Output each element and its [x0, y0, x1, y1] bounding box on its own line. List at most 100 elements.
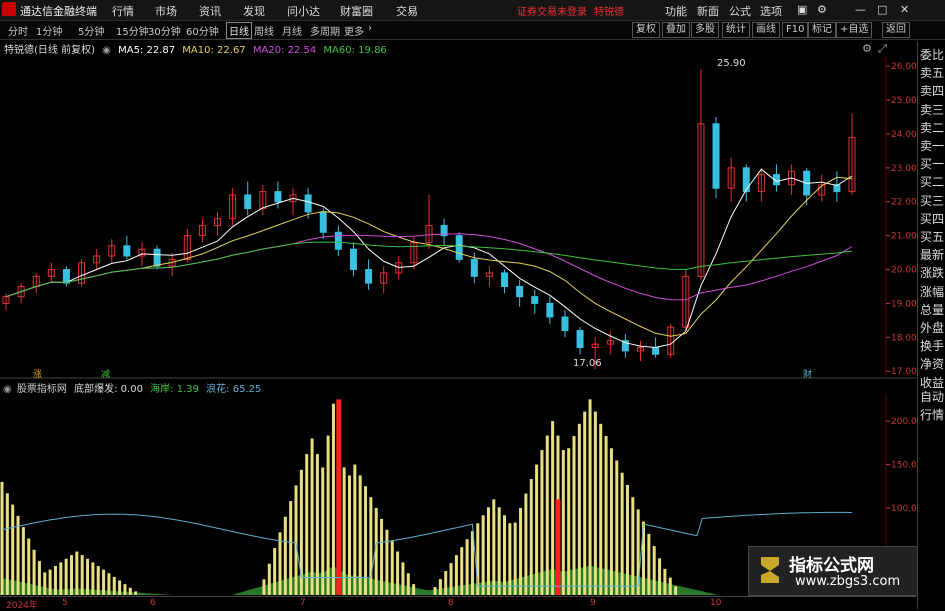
tab-weekly[interactable]: 周线: [254, 23, 274, 38]
indicator-bar: [658, 558, 662, 595]
candle-body: [652, 346, 660, 355]
tab-daily[interactable]: 日线: [226, 22, 252, 39]
settings-dot-icon[interactable]: ◉: [102, 45, 111, 56]
side-panel-item[interactable]: 涨幅: [920, 282, 944, 302]
side-panel-item[interactable]: 卖三: [920, 100, 944, 120]
side-panel-item[interactable]: 最新: [920, 245, 944, 265]
indicator-bar: [369, 497, 373, 595]
indicator-item-2-value: 1.39: [176, 384, 199, 395]
y-tick-label: 20.00: [891, 266, 916, 276]
draw-line-button[interactable]: 画线: [752, 22, 780, 38]
f10-button[interactable]: F10: [782, 22, 809, 38]
event-marker-finance[interactable]: 财: [803, 367, 812, 380]
period-tab-bar: 分时 1分钟 5分钟 15分钟 30分钟 60分钟 日线 周线 月线 多周期 更…: [0, 21, 945, 40]
app-title: 通达信金融终端: [20, 5, 97, 18]
indicator-name[interactable]: 股票指标网: [17, 384, 67, 395]
stats-button[interactable]: 统计: [722, 22, 750, 38]
login-notice[interactable]: 证券交易未登录: [517, 3, 587, 18]
indicator-bar: [59, 562, 63, 595]
chart-settings-icon[interactable]: ⚙: [862, 42, 872, 55]
menu-item-discover[interactable]: 发现: [243, 3, 265, 19]
mark-button[interactable]: 标记: [808, 22, 836, 38]
side-panel-item[interactable]: 卖四: [920, 81, 944, 101]
indicator-bar: [497, 507, 501, 595]
side-panel-item[interactable]: 委比: [920, 45, 944, 65]
chevron-right-icon[interactable]: ›: [368, 23, 372, 34]
candlestick-chart[interactable]: 26.00 25.00 24.00 23.00 22.00 21.00 20.00 19.00…: [0, 56, 916, 380]
indicator-bar: [406, 573, 410, 595]
menu-item-trade[interactable]: 交易: [396, 3, 418, 19]
side-panel-item[interactable]: 卖五: [920, 63, 944, 83]
indicator-red-bar: [555, 499, 561, 595]
maximize-icon[interactable]: □: [877, 3, 887, 16]
overlay-button[interactable]: 叠加: [662, 22, 690, 38]
candle-body: [501, 272, 509, 287]
y-tick-label: 21.00: [891, 232, 916, 242]
ma10-label: MA10: 22.67: [182, 45, 246, 56]
indicator-item-3-value: 65.25: [232, 384, 262, 395]
side-panel-item[interactable]: 买五: [920, 227, 944, 247]
back-button[interactable]: 返回: [882, 22, 910, 38]
indicator-bar: [91, 562, 95, 595]
tab-more[interactable]: 更多: [344, 23, 364, 38]
menu-item-quotes[interactable]: 行情: [112, 3, 134, 19]
multi-stock-button[interactable]: 多股: [691, 22, 719, 38]
tab-timeshare[interactable]: 分时: [8, 23, 28, 38]
tab-30min[interactable]: 30分钟: [148, 23, 181, 38]
side-panel-item[interactable]: 卖一: [920, 136, 944, 156]
add-favorite-button[interactable]: +自选: [836, 22, 873, 38]
indicator-bar: [262, 579, 266, 595]
menu-item-formula[interactable]: 公式: [729, 3, 751, 19]
side-panel-item[interactable]: 买二: [920, 172, 944, 192]
menu-item-options[interactable]: 选项: [760, 3, 782, 19]
indicator-bar: [294, 485, 298, 595]
y-tick-label: 23.00: [891, 164, 916, 174]
side-panel-item[interactable]: 买三: [920, 191, 944, 211]
menu-item-new-page[interactable]: 新面: [697, 3, 719, 19]
indicator-item-3-label: 浪花: [206, 384, 227, 395]
tab-15min[interactable]: 15分钟: [116, 23, 149, 38]
event-marker-up[interactable]: 涨: [33, 367, 42, 380]
indicator-y-tick-label: 200.0: [891, 417, 916, 427]
candle-body: [516, 285, 524, 298]
side-panel-item[interactable]: 买一: [920, 154, 944, 174]
menu-item-ask[interactable]: 问小达: [287, 3, 320, 19]
indicator-bar: [53, 566, 57, 595]
zoom-icon[interactable]: ⤢: [878, 42, 887, 56]
tab-monthly[interactable]: 月线: [282, 23, 302, 38]
adjust-button[interactable]: 复权: [632, 22, 660, 38]
indicator-bar: [561, 450, 565, 595]
ma5-label: MA5: 22.87: [118, 45, 176, 56]
watermark-logo-icon: [757, 555, 783, 585]
tab-multi-period[interactable]: 多周期: [310, 23, 340, 38]
close-icon[interactable]: ✕: [900, 3, 909, 16]
minimize-icon[interactable]: —: [855, 3, 866, 16]
side-panel-bottom-item[interactable]: 自动: [920, 387, 944, 407]
indicator-y-tick-label: 100.0: [891, 504, 916, 514]
candle-body: [244, 194, 252, 210]
settings-icon[interactable]: ⚙: [817, 3, 827, 16]
indicator-bar: [588, 399, 592, 595]
side-panel-item[interactable]: 换手: [920, 336, 944, 356]
side-panel-item[interactable]: 买四: [920, 209, 944, 229]
y-tick-label: 26.00: [891, 62, 916, 72]
side-panel-bottom-item[interactable]: 行情: [920, 405, 944, 425]
skin-icon[interactable]: ▣: [797, 3, 807, 16]
tab-1min[interactable]: 1分钟: [36, 23, 62, 38]
x-label-jun: 6: [150, 598, 156, 608]
menu-item-wealth[interactable]: 财富圈: [340, 3, 373, 19]
watermark-title: 指标公式网: [789, 556, 874, 576]
menu-item-market[interactable]: 市场: [155, 3, 177, 19]
menu-item-news[interactable]: 资讯: [199, 3, 221, 19]
menu-item-function[interactable]: 功能: [665, 3, 687, 19]
side-panel-item[interactable]: 外盘: [920, 318, 944, 338]
indicator-settings-icon[interactable]: ◉: [3, 384, 12, 395]
tab-5min[interactable]: 5分钟: [78, 23, 104, 38]
side-panel-item[interactable]: 卖二: [920, 118, 944, 138]
side-panel-item[interactable]: 涨跌: [920, 263, 944, 283]
indicator-bar: [652, 546, 656, 595]
event-marker-reduce[interactable]: 减: [101, 367, 110, 380]
side-panel-item[interactable]: 净资: [920, 354, 944, 374]
tab-60min[interactable]: 60分钟: [186, 23, 219, 38]
side-panel-item[interactable]: 总量: [920, 300, 944, 320]
